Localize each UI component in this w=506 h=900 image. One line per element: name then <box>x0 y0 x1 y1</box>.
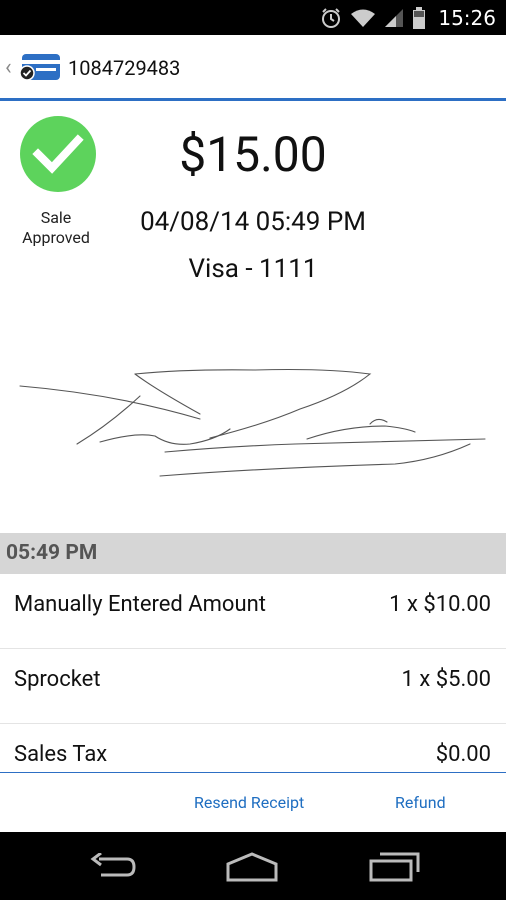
wifi-icon <box>351 9 376 27</box>
alarm-icon <box>322 7 341 28</box>
battery-icon <box>413 6 426 29</box>
line-items-list[interactable]: Manually Entered Amount 1 x $10.00 Sproc… <box>0 574 506 772</box>
refund-button[interactable]: Refund <box>395 793 446 812</box>
line-item: Sales Tax $0.00 <box>0 724 506 772</box>
section-time: 05:49 PM <box>6 541 98 565</box>
item-name: Sprocket <box>14 667 101 692</box>
recents-nav-icon <box>369 852 420 882</box>
back-nav-icon <box>90 853 136 877</box>
footer-actions: Resend Receipt Refund <box>0 772 506 832</box>
item-price: $0.00 <box>435 742 491 767</box>
navigation-bar <box>0 832 506 900</box>
section-header: 05:49 PM <box>0 533 506 574</box>
transaction-datetime: 04/08/14 05:49 PM <box>140 207 366 237</box>
item-name: Manually Entered Amount <box>14 592 266 617</box>
app-card-icon[interactable] <box>18 51 62 85</box>
amount-value: $15.00 <box>179 126 327 183</box>
item-price: 1 x $5.00 <box>401 667 491 692</box>
screen: ‹ 1084729483 Sale Approved $15.00 04/08/… <box>0 35 506 832</box>
amount: $15.00 <box>0 126 506 183</box>
transaction-summary: Sale Approved $15.00 04/08/14 05:49 PM V… <box>0 104 506 533</box>
signature-image <box>19 368 486 477</box>
item-price: 1 x $10.00 <box>389 592 491 617</box>
home-nav-icon <box>226 852 278 882</box>
recents-nav-button[interactable] <box>364 850 424 884</box>
back-nav-button[interactable] <box>82 850 142 884</box>
line-item: Sprocket 1 x $5.00 <box>0 649 506 724</box>
status-time: 15:26 <box>438 5 496 30</box>
action-bar: ‹ 1084729483 <box>0 35 506 101</box>
status-bar: 15:26 <box>0 0 506 35</box>
up-chevron-icon[interactable]: ‹ <box>5 55 12 81</box>
signal-icon <box>385 8 404 27</box>
line-item: Manually Entered Amount 1 x $10.00 <box>0 574 506 649</box>
item-name: Sales Tax <box>14 742 108 767</box>
card-info: Visa - 1111 <box>188 254 318 284</box>
status-icons: 15:26 <box>320 0 496 35</box>
transaction-id: 1084729483 <box>68 56 181 80</box>
resend-receipt-button[interactable]: Resend Receipt <box>194 793 304 812</box>
home-nav-button[interactable] <box>222 850 282 884</box>
